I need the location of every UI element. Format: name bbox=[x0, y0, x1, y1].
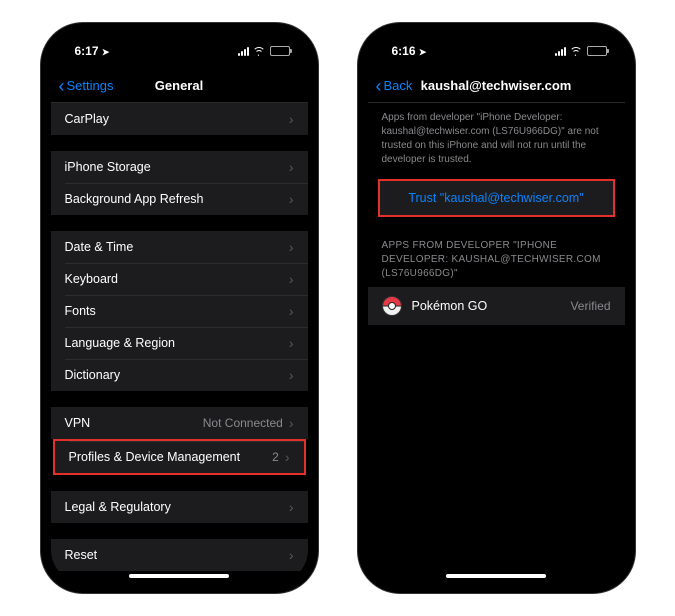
settings-row-reset[interactable]: Reset › bbox=[51, 539, 308, 571]
chevron-right-icon: › bbox=[289, 272, 294, 286]
location-icon: ➤ bbox=[419, 47, 427, 57]
battery-icon bbox=[270, 46, 290, 56]
row-label: Dictionary bbox=[65, 368, 121, 382]
cellular-icon bbox=[555, 47, 566, 56]
chevron-right-icon: › bbox=[289, 548, 294, 562]
row-value: › bbox=[289, 368, 294, 382]
chevron-left-icon: ‹ bbox=[376, 77, 382, 95]
row-value: › bbox=[289, 160, 294, 174]
row-label: Background App Refresh bbox=[65, 192, 204, 206]
content-left[interactable]: CarPlay›iPhone Storage›Background App Re… bbox=[51, 103, 308, 571]
row-label: Fonts bbox=[65, 304, 96, 318]
settings-row-background-app-refresh[interactable]: Background App Refresh › bbox=[51, 183, 308, 215]
back-label: Back bbox=[384, 78, 413, 93]
settings-row-language-region[interactable]: Language & Region › bbox=[51, 327, 308, 359]
screen-left: 6:17 ➤ ‹ Settings General CarPlay›iPhone… bbox=[51, 33, 308, 583]
row-label: Language & Region bbox=[65, 336, 176, 350]
chevron-right-icon: › bbox=[289, 160, 294, 174]
row-label: Reset bbox=[65, 548, 98, 562]
notch bbox=[119, 33, 239, 55]
row-value: › bbox=[289, 548, 294, 562]
chevron-right-icon: › bbox=[289, 192, 294, 206]
row-value: › bbox=[289, 304, 294, 318]
chevron-right-icon: › bbox=[289, 368, 294, 382]
app-status: Verified bbox=[570, 299, 610, 313]
home-indicator[interactable] bbox=[446, 574, 546, 578]
chevron-right-icon: › bbox=[289, 240, 294, 254]
row-label: Keyboard bbox=[65, 272, 119, 286]
chevron-right-icon: › bbox=[289, 336, 294, 350]
chevron-right-icon: › bbox=[289, 112, 294, 126]
settings-row-profiles-device-management[interactable]: Profiles & Device Management 2› bbox=[53, 439, 306, 475]
trust-developer-button[interactable]: Trust "kaushal@techwiser.com" bbox=[378, 179, 615, 217]
settings-row-fonts[interactable]: Fonts › bbox=[51, 295, 308, 327]
row-label: Legal & Regulatory bbox=[65, 500, 171, 514]
back-button[interactable]: ‹ Settings bbox=[59, 77, 114, 95]
settings-row-legal-regulatory[interactable]: Legal & Regulatory › bbox=[51, 491, 308, 523]
settings-row-vpn[interactable]: VPN Not Connected› bbox=[51, 407, 308, 439]
settings-row-carplay[interactable]: CarPlay › bbox=[51, 103, 308, 135]
row-value: › bbox=[289, 192, 294, 206]
app-name: Pokémon GO bbox=[412, 299, 488, 313]
chevron-right-icon: › bbox=[289, 304, 294, 318]
row-label: iPhone Storage bbox=[65, 160, 151, 174]
nav-bar: ‹ Back kaushal@techwiser.com bbox=[368, 69, 625, 103]
phone-left: 6:17 ➤ ‹ Settings General CarPlay›iPhone… bbox=[41, 23, 318, 593]
notch bbox=[436, 33, 556, 55]
row-label: Profiles & Device Management bbox=[69, 450, 241, 464]
location-icon: ➤ bbox=[102, 47, 110, 57]
screen-right: 6:16 ➤ ‹ Back kaushal@techwiser.com Apps… bbox=[368, 33, 625, 583]
row-label: VPN bbox=[65, 416, 91, 430]
status-time: 6:17 bbox=[75, 44, 99, 58]
pokemon-go-icon bbox=[382, 296, 402, 316]
settings-row-keyboard[interactable]: Keyboard › bbox=[51, 263, 308, 295]
battery-icon bbox=[587, 46, 607, 56]
settings-row-date-time[interactable]: Date & Time › bbox=[51, 231, 308, 263]
apps-section-header: APPS FROM DEVELOPER "IPHONE DEVELOPER: K… bbox=[368, 235, 625, 287]
nav-bar: ‹ Settings General bbox=[51, 69, 308, 103]
developer-info-text: Apps from developer "iPhone Developer: k… bbox=[368, 103, 625, 179]
chevron-left-icon: ‹ bbox=[59, 77, 65, 95]
wifi-icon bbox=[570, 47, 583, 56]
row-label: CarPlay bbox=[65, 112, 109, 126]
row-value: Not Connected› bbox=[203, 416, 294, 430]
row-value: › bbox=[289, 112, 294, 126]
phone-right: 6:16 ➤ ‹ Back kaushal@techwiser.com Apps… bbox=[358, 23, 635, 593]
cellular-icon bbox=[238, 47, 249, 56]
back-button[interactable]: ‹ Back bbox=[376, 77, 413, 95]
wifi-icon bbox=[253, 47, 266, 56]
status-time: 6:16 bbox=[392, 44, 416, 58]
row-value: 2› bbox=[272, 450, 289, 464]
row-value: › bbox=[289, 272, 294, 286]
settings-row-iphone-storage[interactable]: iPhone Storage › bbox=[51, 151, 308, 183]
content-right[interactable]: Apps from developer "iPhone Developer: k… bbox=[368, 103, 625, 571]
app-row[interactable]: Pokémon GO Verified bbox=[368, 287, 625, 325]
chevron-right-icon: › bbox=[289, 500, 294, 514]
row-value: › bbox=[289, 240, 294, 254]
row-label: Date & Time bbox=[65, 240, 134, 254]
back-label: Settings bbox=[67, 78, 114, 93]
chevron-right-icon: › bbox=[285, 450, 290, 464]
row-value: › bbox=[289, 500, 294, 514]
home-indicator[interactable] bbox=[129, 574, 229, 578]
row-value: › bbox=[289, 336, 294, 350]
settings-row-dictionary[interactable]: Dictionary › bbox=[51, 359, 308, 391]
chevron-right-icon: › bbox=[289, 416, 294, 430]
